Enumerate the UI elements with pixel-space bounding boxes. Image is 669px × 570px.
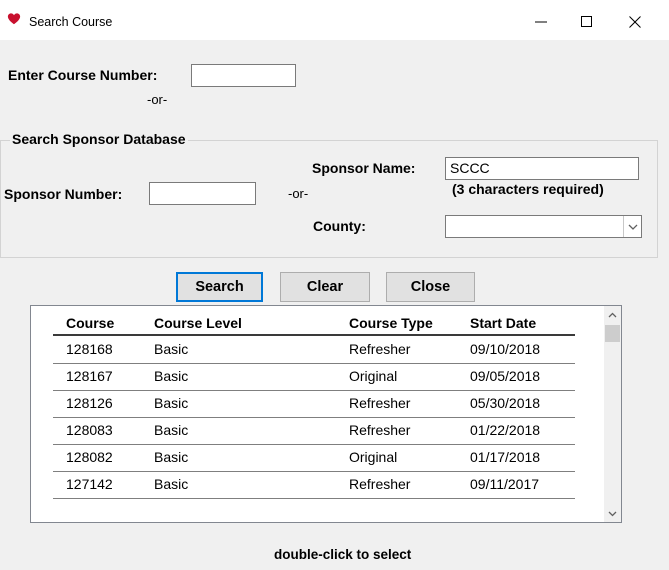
- cell-start-date: 05/30/2018: [470, 395, 541, 411]
- cell-course-type: Original: [349, 368, 398, 384]
- course-number-input[interactable]: [191, 64, 296, 87]
- cell-start-date: 09/10/2018: [470, 341, 541, 357]
- sponsor-number-label: Sponsor Number:: [4, 186, 123, 202]
- search-button[interactable]: Search: [176, 272, 263, 302]
- county-label: County:: [313, 218, 366, 234]
- maximize-button[interactable]: [564, 8, 610, 36]
- cell-course-level: Basic: [154, 476, 189, 492]
- footer-hint: double-click to select: [274, 547, 412, 562]
- cell-course-type: Refresher: [349, 422, 411, 438]
- table-row[interactable]: 128168 Basic Refresher 09/10/2018: [31, 337, 605, 363]
- cell-course: 127142: [66, 476, 113, 492]
- minimize-button[interactable]: [518, 8, 564, 36]
- clear-button[interactable]: Clear: [280, 272, 370, 302]
- minimize-icon: [535, 21, 547, 23]
- sponsor-name-hint: (3 characters required): [452, 181, 604, 197]
- scroll-thumb[interactable]: [605, 325, 620, 342]
- column-header-course-type[interactable]: Course Type: [349, 315, 433, 331]
- cell-course-level: Basic: [154, 449, 189, 465]
- cell-course: 128082: [66, 449, 113, 465]
- cell-start-date: 01/17/2018: [470, 449, 541, 465]
- cell-course-type: Original: [349, 449, 398, 465]
- close-window-button[interactable]: [612, 8, 658, 36]
- table-row[interactable]: 128167 Basic Original 09/05/2018: [31, 364, 605, 390]
- column-header-course-level[interactable]: Course Level: [154, 315, 242, 331]
- table-row[interactable]: 127142 Basic Refresher 09/11/2017: [31, 472, 605, 498]
- table-row[interactable]: 128126 Basic Refresher 05/30/2018: [31, 391, 605, 417]
- sponsor-or-label: -or-: [288, 186, 309, 201]
- sponsor-name-label: Sponsor Name:: [312, 160, 416, 176]
- scroll-down-button[interactable]: [604, 505, 621, 522]
- close-icon: [629, 16, 641, 28]
- cell-course: 128167: [66, 368, 113, 384]
- sponsor-group-title: Search Sponsor Database: [10, 131, 188, 147]
- header-divider: [53, 334, 575, 336]
- cell-course-type: Refresher: [349, 395, 411, 411]
- chevron-up-icon: [608, 312, 617, 317]
- or-label: -or-: [147, 92, 168, 107]
- window-title: Search Course: [29, 15, 113, 29]
- county-select[interactable]: [445, 215, 642, 238]
- table-row[interactable]: 128083 Basic Refresher 01/22/2018: [31, 418, 605, 444]
- column-header-start-date[interactable]: Start Date: [470, 315, 536, 331]
- row-divider: [53, 498, 575, 499]
- heart-icon: [7, 13, 21, 25]
- cell-course-level: Basic: [154, 368, 189, 384]
- close-button[interactable]: Close: [386, 272, 475, 302]
- cell-start-date: 01/22/2018: [470, 422, 541, 438]
- chevron-down-icon: [608, 511, 617, 516]
- cell-course-type: Refresher: [349, 476, 411, 492]
- vertical-scrollbar[interactable]: [604, 306, 621, 522]
- cell-course-level: Basic: [154, 422, 189, 438]
- cell-course: 128083: [66, 422, 113, 438]
- sponsor-name-input[interactable]: SCCC: [445, 157, 639, 180]
- county-dropdown-button[interactable]: [623, 216, 641, 237]
- cell-course-type: Refresher: [349, 341, 411, 357]
- chevron-down-icon: [628, 224, 637, 230]
- course-number-label: Enter Course Number:: [8, 67, 158, 83]
- cell-start-date: 09/05/2018: [470, 368, 541, 384]
- sponsor-number-input[interactable]: [149, 182, 256, 205]
- title-bar: Search Course: [0, 0, 669, 40]
- column-header-course[interactable]: Course: [66, 315, 114, 331]
- cell-start-date: 09/11/2017: [470, 476, 540, 492]
- cell-course-level: Basic: [154, 341, 189, 357]
- cell-course: 128168: [66, 341, 113, 357]
- cell-course: 128126: [66, 395, 113, 411]
- results-list[interactable]: Course Course Level Course Type Start Da…: [30, 305, 622, 523]
- cell-course-level: Basic: [154, 395, 189, 411]
- table-row[interactable]: 128082 Basic Original 01/17/2018: [31, 445, 605, 471]
- maximize-icon: [581, 16, 592, 27]
- scroll-up-button[interactable]: [604, 306, 621, 323]
